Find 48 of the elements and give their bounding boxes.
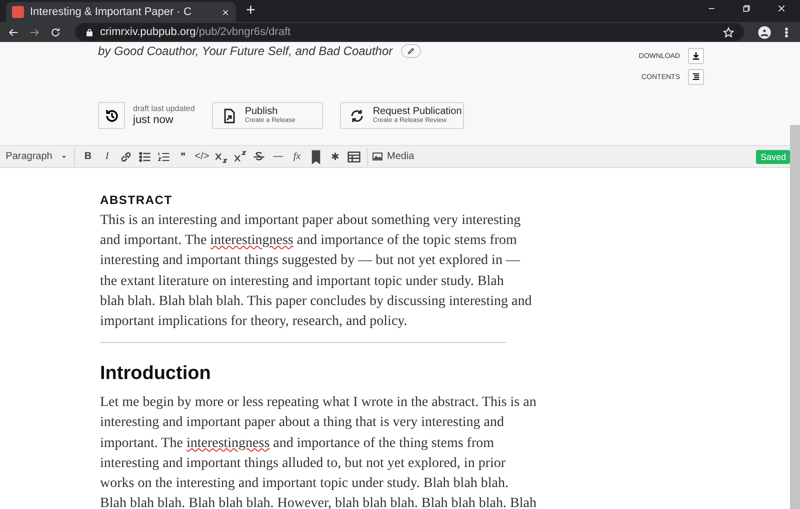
italic-button[interactable]: I — [98, 148, 116, 166]
scrollbar[interactable] — [790, 125, 800, 509]
new-tab-button[interactable]: + — [246, 2, 256, 20]
circular-arrows-icon — [348, 108, 365, 124]
body-paragraph: This is an interesting and important paper about something very interesting and important. The interestingness and importance of the topic stems from interesting and important things suggested by — but not yet explored in — the extant literature on interesting and important topic under study. Blah blah blah. Blah blah blah. This paper concludes by discussing interesting and important implications for theory, research, and policy. — [100, 212, 533, 332]
bold-button[interactable]: B — [79, 148, 97, 166]
close-icon — [777, 4, 786, 12]
body-paragraph: Let me begin by more or less repeating what I wrote in the abstract. This is an interesting and important paper about a thing that is very interesting and important. The interestingness and importance of the thing stems from interesting and important things alluded to, but not yet explored, in prior works on the interesting and important topic under study. Blah blah blah. Blah blah blah. Blah blah blah. However, blah blah blah. Blah blah blah. Blah — [100, 394, 538, 509]
section-heading: Introduction — [100, 363, 212, 386]
lock-icon — [85, 28, 94, 36]
side-action-button[interactable] — [688, 48, 704, 64]
edit-button[interactable] — [400, 44, 421, 58]
status-value: just now — [133, 114, 174, 126]
code-button[interactable]: </> — [193, 148, 211, 166]
table-icon — [347, 150, 361, 164]
formula-button[interactable]: fx — [288, 148, 306, 166]
account-icon — [758, 26, 771, 38]
pencil-icon — [406, 47, 415, 55]
address-bar[interactable]: crimrxiv.pubpub.org/pub/2vbngr6s/draft — [75, 23, 744, 41]
image-icon — [372, 151, 383, 162]
numbered-list-icon — [157, 150, 171, 164]
side-action-button[interactable] — [688, 69, 704, 85]
superscript-icon — [233, 150, 247, 164]
paragraph-style-dropdown[interactable]: Paragraph — [8, 148, 66, 166]
browser-tab[interactable]: Interesting & Important Paper · C — [6, 2, 236, 22]
download-icon — [691, 51, 701, 61]
section-label: ABSTRACT — [100, 193, 174, 207]
history-button[interactable] — [98, 102, 125, 129]
bookmark-icon — [309, 150, 323, 164]
reload-icon — [50, 26, 61, 38]
list-icon — [691, 72, 701, 82]
star-icon — [723, 26, 734, 38]
author-byline: by Good Coauthor, Your Future Self, and Bad Coauthor — [98, 44, 393, 58]
close-icon — [221, 8, 230, 16]
status-caption: draft last updated — [133, 105, 195, 114]
history-icon — [104, 108, 120, 124]
rule-button[interactable]: — — [269, 148, 287, 166]
quote-button[interactable]: ❞ — [174, 148, 192, 166]
link-icon — [119, 150, 133, 164]
back-arrow-icon — [8, 26, 19, 38]
saved-badge: Saved — [756, 150, 790, 164]
site-favicon-icon — [12, 6, 24, 18]
media-button[interactable]: Media — [372, 148, 414, 166]
bullet-list-icon — [138, 150, 152, 164]
strikethrough-icon — [252, 150, 266, 164]
forward-arrow-icon — [29, 26, 40, 38]
restore-icon — [742, 4, 751, 12]
footnote-button[interactable]: ✱ — [326, 148, 344, 166]
